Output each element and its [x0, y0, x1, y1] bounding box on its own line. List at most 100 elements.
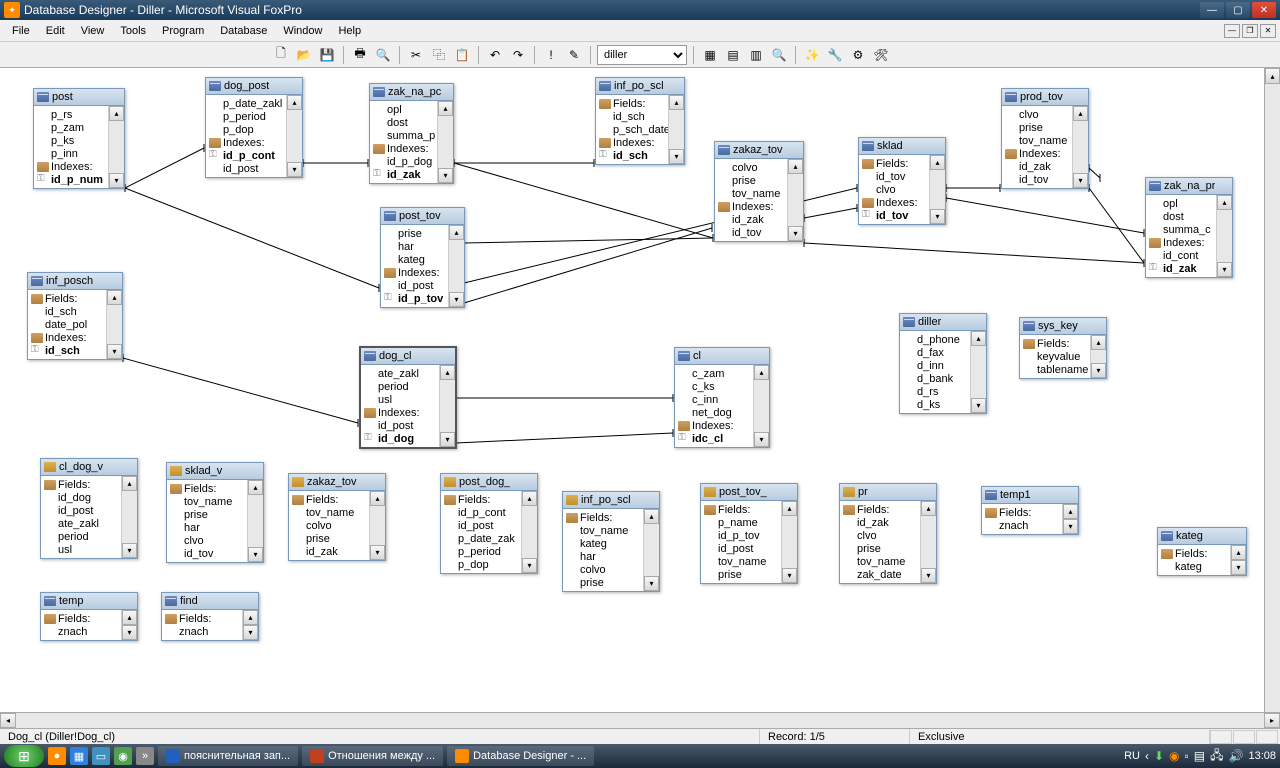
- redo-icon[interactable]: ↷: [508, 45, 528, 65]
- report-icon[interactable]: ▤: [723, 45, 743, 65]
- horizontal-scrollbar[interactable]: ◂ ▸: [0, 712, 1280, 728]
- table-zak_na_pc[interactable]: zak_na_pcopldostsumma_pIndexes:id_p_dogi…: [369, 83, 454, 184]
- table-header[interactable]: sys_key: [1020, 318, 1106, 335]
- table-scrollbar[interactable]: ▴▾: [448, 225, 464, 307]
- new-icon[interactable]: 🗋: [271, 45, 291, 65]
- table-scrollbar[interactable]: ▴▾: [286, 95, 302, 177]
- table-kateg[interactable]: kategFields:kateg▴▾: [1157, 527, 1247, 576]
- table-cl_dog_v[interactable]: cl_dog_vFields:id_dogid_postate_zaklperi…: [40, 458, 138, 559]
- table-scrollbar[interactable]: ▴▾: [521, 491, 537, 573]
- taskbar-task[interactable]: пояснительная зап...: [158, 746, 298, 766]
- table-pr_v[interactable]: prFields:id_zakclvoprisetov_namezak_date…: [839, 483, 937, 584]
- table-diller[interactable]: dillerd_phoned_faxd_innd_bankd_rsd_ks▴▾: [899, 313, 987, 414]
- table-post_tov[interactable]: post_tovpriseharkategIndexes:id_postid_p…: [380, 207, 465, 308]
- tray-icon[interactable]: ◉: [1169, 749, 1179, 763]
- table-scrollbar[interactable]: ▴▾: [242, 610, 258, 640]
- table-scrollbar[interactable]: ▴▾: [1062, 504, 1078, 534]
- table-zakaz_tov[interactable]: zakaz_tovcolvoprisetov_nameIndexes:id_za…: [714, 141, 804, 242]
- menu-window[interactable]: Window: [275, 22, 330, 40]
- quicklaunch-icon[interactable]: ▦: [70, 747, 88, 765]
- tray-icon[interactable]: ‹: [1145, 749, 1149, 763]
- table-header[interactable]: zak_na_pr: [1146, 178, 1232, 195]
- table-scrollbar[interactable]: ▴▾: [643, 509, 659, 591]
- table-header[interactable]: zak_na_pc: [370, 84, 453, 101]
- table-find[interactable]: findFields:znach▴▾: [161, 592, 259, 641]
- table-post[interactable]: postp_rsp_zamp_ksp_innIndexes:id_p_num▴▾: [33, 88, 125, 189]
- table-post_tov_v[interactable]: post_tov_Fields:p_nameid_p_tovid_posttov…: [700, 483, 798, 584]
- table-header[interactable]: inf_po_scl: [563, 492, 659, 509]
- table-temp[interactable]: tempFields:znach▴▾: [40, 592, 138, 641]
- table-header[interactable]: post_dog_: [441, 474, 537, 491]
- cut-icon[interactable]: ✂: [406, 45, 426, 65]
- table-header[interactable]: cl_dog_v: [41, 459, 137, 476]
- menu-help[interactable]: Help: [330, 22, 369, 40]
- table-header[interactable]: inf_posch: [28, 273, 122, 290]
- modify-icon[interactable]: ✎: [564, 45, 584, 65]
- table-header[interactable]: kateg: [1158, 528, 1246, 545]
- table-scrollbar[interactable]: ▴▾: [1090, 335, 1106, 378]
- designer-canvas[interactable]: postp_rsp_zamp_ksp_innIndexes:id_p_num▴▾…: [0, 68, 1280, 728]
- menu-database[interactable]: Database: [212, 22, 275, 40]
- mdi-restore-button[interactable]: ❐: [1242, 24, 1258, 38]
- table-header[interactable]: diller: [900, 314, 986, 331]
- table-scrollbar[interactable]: ▴▾: [106, 290, 122, 359]
- menu-file[interactable]: File: [4, 22, 38, 40]
- table-prod_tov[interactable]: prod_tovclvoprisetov_nameIndexes:id_zaki…: [1001, 88, 1089, 189]
- start-button[interactable]: ⊞: [4, 745, 44, 767]
- table-dog_post[interactable]: dog_postp_date_zaklp_periodp_dopIndexes:…: [205, 77, 303, 178]
- tray-icon[interactable]: ▤: [1194, 749, 1205, 763]
- builder-icon[interactable]: 🔧: [825, 45, 845, 65]
- table-sys_key[interactable]: sys_keyFields:keyvaluetablename▴▾: [1019, 317, 1107, 379]
- menu-tools[interactable]: Tools: [112, 22, 154, 40]
- paste-icon[interactable]: 📋: [452, 45, 472, 65]
- table-header[interactable]: post_tov: [381, 208, 464, 225]
- table-inf_po_scl_top[interactable]: inf_po_sclFields:id_schp_sch_dateIndexes…: [595, 77, 685, 165]
- scroll-right-icon[interactable]: ▸: [1264, 713, 1280, 728]
- wizard-icon[interactable]: ✨: [802, 45, 822, 65]
- table-scrollbar[interactable]: ▴▾: [437, 101, 453, 183]
- table-scrollbar[interactable]: ▴▾: [753, 365, 769, 447]
- table-sklad[interactable]: skladFields:id_tovclvoIndexes:id_tov▴▾: [858, 137, 946, 225]
- table-scrollbar[interactable]: ▴▾: [781, 501, 797, 583]
- open-icon[interactable]: 📂: [294, 45, 314, 65]
- preview-icon[interactable]: 🔍: [373, 45, 393, 65]
- print-icon[interactable]: 🖶: [350, 45, 370, 65]
- table-zakaz_tov_v[interactable]: zakaz_tovFields:tov_namecolvopriseid_zak…: [288, 473, 386, 561]
- language-indicator[interactable]: RU: [1124, 750, 1140, 762]
- minimize-button[interactable]: —: [1200, 2, 1224, 18]
- table-scrollbar[interactable]: ▴▾: [121, 610, 137, 640]
- table-scrollbar[interactable]: ▴▾: [970, 331, 986, 413]
- clock[interactable]: 13:08: [1248, 750, 1276, 762]
- table-header[interactable]: inf_po_scl: [596, 78, 684, 95]
- table-inf_posch[interactable]: inf_poschFields:id_schdate_polIndexes:id…: [27, 272, 123, 360]
- table-zak_na_pr[interactable]: zak_na_propldostsumma_cIndexes:id_contid…: [1145, 177, 1233, 278]
- table-scrollbar[interactable]: ▴▾: [787, 159, 803, 241]
- quicklaunch-icon[interactable]: ◉: [114, 747, 132, 765]
- save-icon[interactable]: 💾: [317, 45, 337, 65]
- table-post_dog_v[interactable]: post_dog_Fields:id_p_contid_postp_date_z…: [440, 473, 538, 574]
- undo-icon[interactable]: ↶: [485, 45, 505, 65]
- table-header[interactable]: sklad_v: [167, 463, 263, 480]
- table-scrollbar[interactable]: ▴▾: [929, 155, 945, 224]
- tray-icon[interactable]: ⬇: [1154, 749, 1164, 763]
- table-scrollbar[interactable]: ▴▾: [108, 106, 124, 188]
- run-icon[interactable]: !: [541, 45, 561, 65]
- table-header[interactable]: zakaz_tov: [715, 142, 803, 159]
- tools-icon[interactable]: 🛠: [871, 45, 891, 65]
- table-header[interactable]: temp1: [982, 487, 1078, 504]
- table-scrollbar[interactable]: ▴▾: [920, 501, 936, 583]
- table-header[interactable]: dog_cl: [361, 348, 455, 365]
- query-icon[interactable]: 🔍: [769, 45, 789, 65]
- tray-icon[interactable]: ▫: [1185, 749, 1189, 763]
- table-header[interactable]: pr: [840, 484, 936, 501]
- maximize-button[interactable]: ▢: [1226, 2, 1250, 18]
- database-select[interactable]: diller: [597, 45, 687, 65]
- menu-view[interactable]: View: [73, 22, 113, 40]
- table-header[interactable]: post_tov_: [701, 484, 797, 501]
- table-header[interactable]: post: [34, 89, 124, 106]
- table-header[interactable]: temp: [41, 593, 137, 610]
- mdi-close-button[interactable]: ✕: [1260, 24, 1276, 38]
- taskbar-task[interactable]: Отношения между ...: [302, 746, 443, 766]
- table-cl[interactable]: clc_zamc_ksc_innnet_dogIndexes:idc_cl▴▾: [674, 347, 770, 448]
- table-header[interactable]: cl: [675, 348, 769, 365]
